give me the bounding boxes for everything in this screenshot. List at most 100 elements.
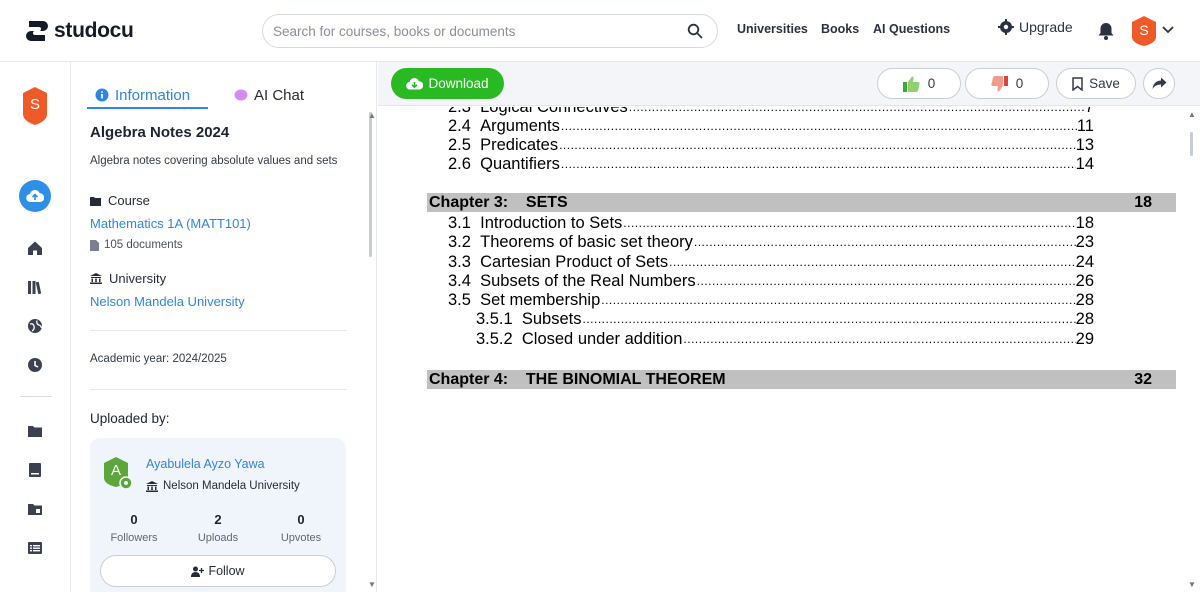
studocu-logo-icon <box>26 21 48 41</box>
top-header: studocu Universities Books AI Questions … <box>0 0 1200 62</box>
upgrade-button[interactable]: Upgrade <box>998 19 1073 35</box>
folder-icon[interactable] <box>26 422 44 440</box>
user-avatar[interactable]: S <box>1131 15 1157 47</box>
chapter-heading: Chapter 3: SETS 18 <box>427 193 1176 212</box>
dislike-count: 0 <box>1015 76 1024 91</box>
document-small-icon <box>90 239 99 251</box>
add-user-icon <box>191 566 205 577</box>
stat-upvotes-value: 0 <box>297 512 305 527</box>
tab-information-label: Information <box>115 86 191 104</box>
toc-subentry: 3.5.2 Closed under addition ............… <box>476 329 1094 349</box>
toc-leader-dots: ........................................… <box>669 255 1076 269</box>
chevron-down-icon[interactable] <box>1162 25 1174 35</box>
toc-leader-dots: ........................................… <box>623 216 1076 230</box>
active-tab-indicator <box>87 107 208 109</box>
university-link[interactable]: Nelson Mandela University <box>90 294 245 309</box>
scroll-down-icon[interactable]: ▼ <box>1188 580 1196 589</box>
upload-icon <box>26 189 44 203</box>
search-input[interactable] <box>273 15 673 47</box>
stat-uploads: 2 Uploads <box>183 512 253 544</box>
toc-entry-title: Theorems of basic set theory <box>480 233 693 251</box>
document-scrollbar-thumb[interactable] <box>1190 132 1193 156</box>
toc-entry-number: 3.5.2 <box>476 330 513 348</box>
toc-entry-page: 18 <box>1075 214 1094 232</box>
toc-entry-title: Cartesian Product of Sets <box>480 253 669 271</box>
nav-universities[interactable]: Universities <box>737 22 808 36</box>
document-title: Algebra Notes 2024 <box>90 124 230 141</box>
rail-avatar[interactable]: S <box>22 86 48 126</box>
stat-uploads-value: 2 <box>214 512 222 527</box>
toc-entry-number: 2.4 <box>448 117 471 135</box>
share-arrow-icon <box>1152 77 1166 89</box>
clock-icon[interactable] <box>26 356 44 374</box>
course-label: Course <box>90 193 150 208</box>
library-icon[interactable] <box>26 278 44 296</box>
divider <box>90 389 347 390</box>
toc-entry: 2.5 Predicates .........................… <box>448 135 1094 155</box>
toc-entry-number: 3.1 <box>448 214 471 232</box>
document-viewer: Download 0 0 Save 2.3 Logical Connective… <box>378 62 1200 592</box>
uploader-name-link[interactable]: Ayabulela Ayzo Yawa <box>146 457 265 471</box>
globe-icon[interactable] <box>26 317 44 335</box>
panel-scrollbar[interactable] <box>368 112 374 582</box>
toc-leader-dots: ........................................… <box>560 119 1077 133</box>
uploader-avatar-letter: A <box>110 462 121 479</box>
toc-leader-dots: ........................................… <box>560 157 1076 171</box>
download-button[interactable]: Download <box>391 68 504 99</box>
toc-entry-page: 13 <box>1075 136 1094 154</box>
university-icon <box>146 480 158 492</box>
toc-entry: 2.4 Arguments ..........................… <box>448 116 1094 136</box>
follow-button[interactable]: Follow <box>100 555 336 587</box>
document-description: Algebra notes covering absolute values a… <box>90 155 338 167</box>
toc-entry-page: 28 <box>1075 310 1094 328</box>
folder-shared-icon[interactable] <box>26 500 44 518</box>
home-icon[interactable] <box>26 239 44 257</box>
chapter-page: 18 <box>1134 194 1152 211</box>
studocu-logo[interactable]: studocu <box>24 16 134 46</box>
tab-information[interactable]: Information <box>95 80 190 110</box>
like-button[interactable]: 0 <box>877 68 961 99</box>
toc-entry-title: Subsets of the Real Numbers <box>480 272 696 290</box>
uploader-card: A Ayabulela Ayzo Yawa Nelson Mandela Uni… <box>90 438 346 592</box>
dislike-button[interactable]: 0 <box>965 68 1049 99</box>
nav-ai-questions[interactable]: AI Questions <box>873 22 950 36</box>
stat-followers-value: 0 <box>130 512 138 527</box>
toc-leader-dots: ........................................… <box>601 293 1076 307</box>
scroll-up-icon[interactable]: ▲ <box>1188 110 1196 119</box>
university-label: University <box>90 271 166 286</box>
toc-entry: 3.3 Cartesian Product of Sets ..........… <box>448 252 1094 272</box>
nav-books[interactable]: Books <box>821 22 859 36</box>
course-link[interactable]: Mathematics 1A (MATT101) <box>90 216 251 231</box>
toc-leader-dots: ........................................… <box>628 107 1085 114</box>
save-button[interactable]: Save <box>1056 68 1136 99</box>
list-icon[interactable] <box>26 539 44 557</box>
search-icon[interactable] <box>687 23 703 39</box>
document-scrollbar[interactable] <box>1185 107 1199 592</box>
toc-entry-title: Arguments <box>480 117 560 135</box>
toc-entry-page: 11 <box>1076 117 1094 135</box>
gear-icon <box>998 19 1014 35</box>
toc-entry-number: 3.2 <box>448 233 471 251</box>
upload-button[interactable] <box>19 180 51 212</box>
chapter-title: Chapter 4: THE BINOMIAL THEOREM <box>429 371 726 388</box>
uploader-avatar[interactable]: A <box>103 456 133 490</box>
scroll-up-icon[interactable]: ▲ <box>368 111 376 120</box>
toc-entry-number: 2.6 <box>448 155 471 173</box>
panel-scrollbar-thumb[interactable] <box>369 112 372 257</box>
academic-year: Academic year: 2024/2025 <box>90 353 227 365</box>
share-button[interactable] <box>1143 68 1175 99</box>
follow-label: Follow <box>208 564 245 578</box>
scroll-down-icon[interactable]: ▼ <box>368 580 376 589</box>
tab-ai-chat[interactable]: AI Chat <box>234 80 304 110</box>
search-bar[interactable] <box>262 14 718 48</box>
chapter-heading: Chapter 4: THE BINOMIAL THEOREM 32 <box>427 370 1176 389</box>
book-icon[interactable] <box>26 461 44 479</box>
cloud-download-icon <box>406 78 424 90</box>
toc-entry-title: Predicates <box>480 136 559 154</box>
stat-upvotes: 0 Upvotes <box>266 512 336 544</box>
course-doc-count-text: 105 documents <box>104 239 183 251</box>
notification-bell-icon[interactable] <box>1096 21 1116 41</box>
thumbs-down-icon <box>991 75 1008 91</box>
document-info-panel: Information AI Chat Algebra Notes 2024 A… <box>71 62 377 592</box>
ai-chat-icon <box>234 89 248 101</box>
